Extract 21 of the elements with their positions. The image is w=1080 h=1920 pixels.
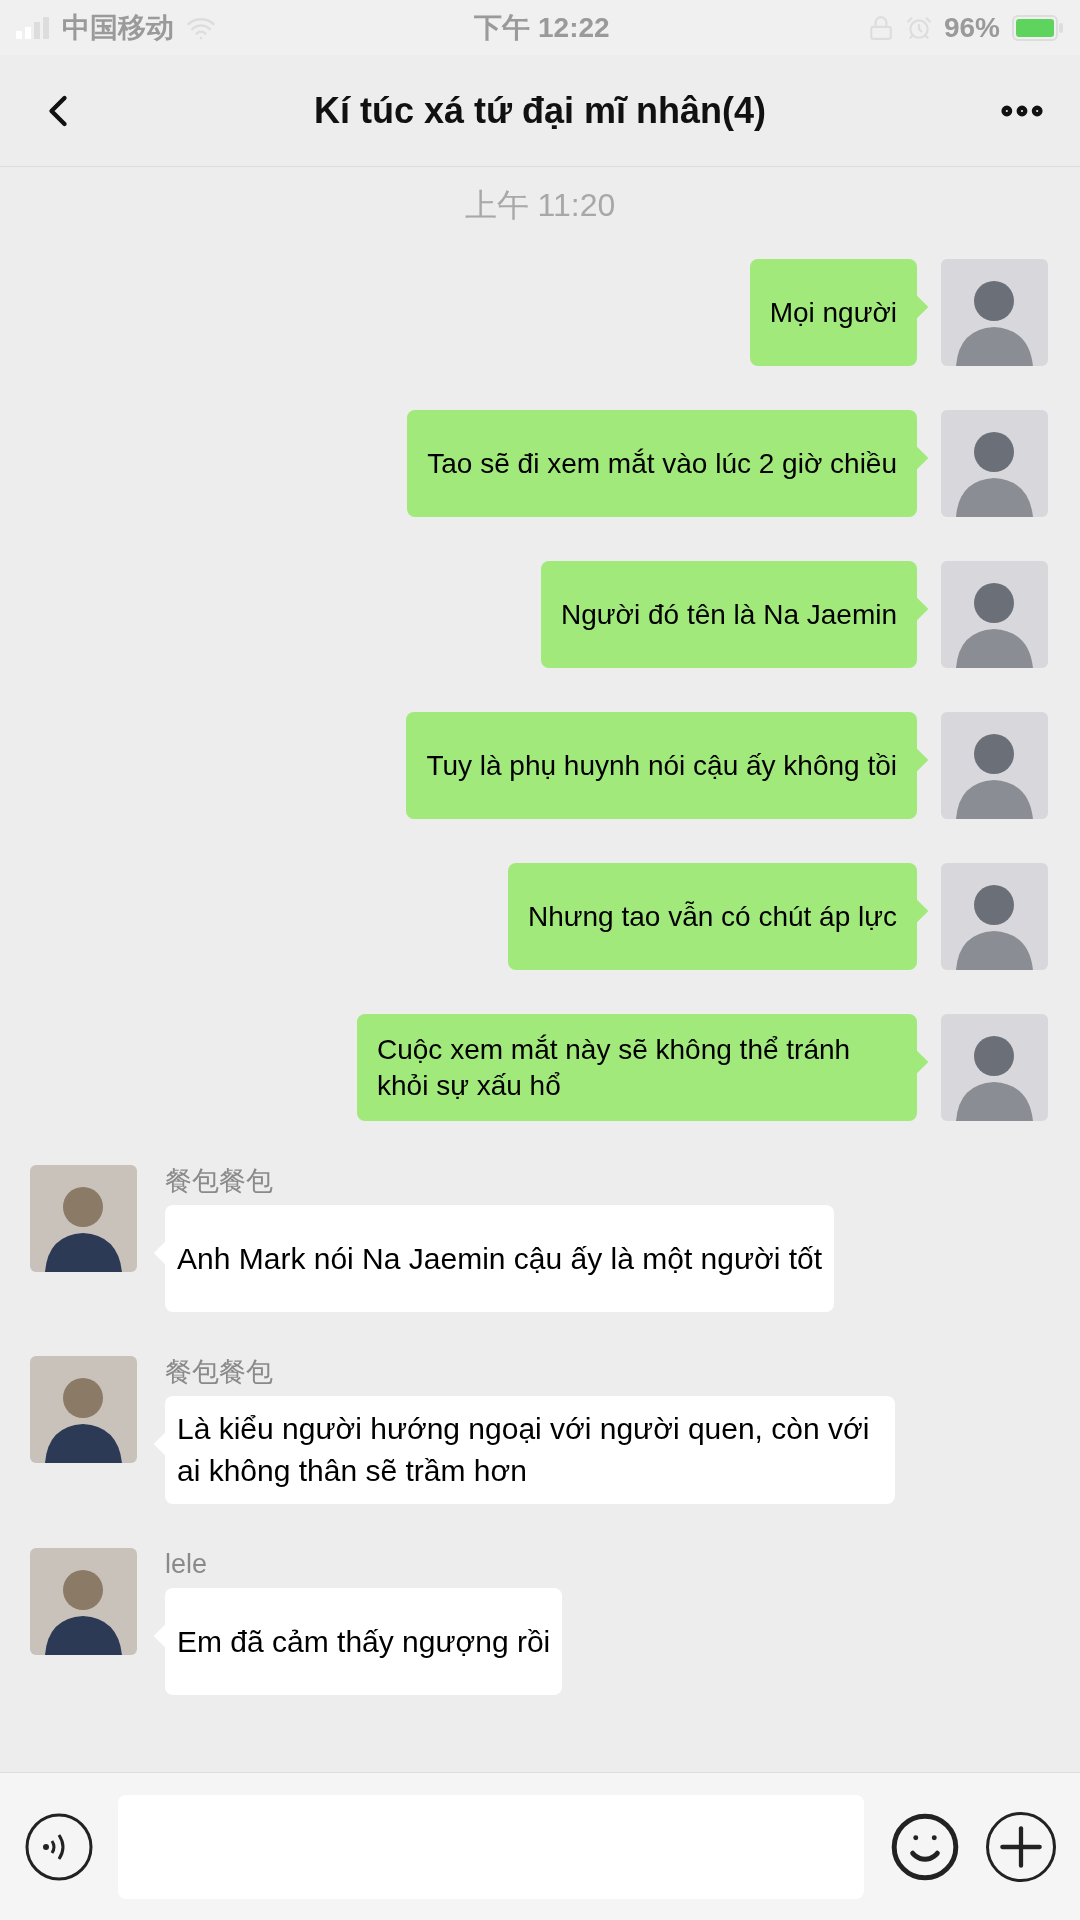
avatar[interactable] [30,1548,137,1655]
avatar[interactable] [941,410,1048,517]
avatar[interactable] [941,863,1048,970]
avatar[interactable] [941,561,1048,668]
avatar[interactable] [941,712,1048,819]
battery-percent: 96% [943,10,1000,45]
chat-title: Kí túc xá tứ đại mĩ nhân(4) [313,88,767,133]
sender-name: 餐包餐包 [165,1356,274,1388]
sender-name: lele [165,1548,209,1580]
timestamp: 上午 11:20 [464,186,616,225]
plus-button[interactable] [986,1811,1056,1882]
signal-icon [16,16,50,39]
voice-button[interactable] [24,1811,94,1882]
carrier-name: 中国移动 [62,10,174,45]
clock-time: 下午 12:22 [474,10,610,45]
avatar[interactable] [941,259,1048,366]
battery-icon [1012,14,1064,41]
avatar[interactable] [941,1014,1048,1121]
avatar[interactable] [30,1165,137,1272]
avatar[interactable] [30,1356,137,1463]
sender-name: 餐包餐包 [165,1165,274,1197]
